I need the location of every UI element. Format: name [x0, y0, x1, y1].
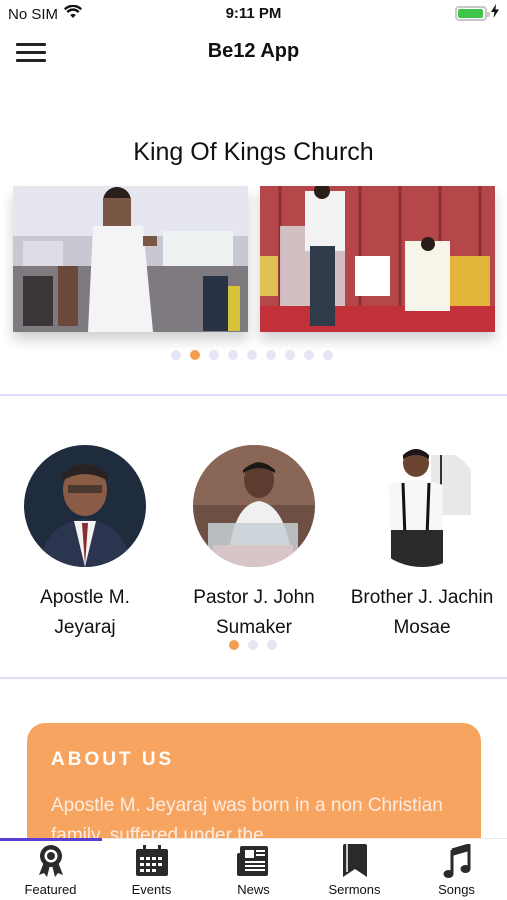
- page-dot[interactable]: [323, 350, 333, 360]
- leader-avatar: [193, 445, 315, 567]
- tab-label: Sermons: [328, 882, 381, 897]
- leader-name-line1: Apostle M.: [40, 587, 130, 608]
- active-tab-indicator: [0, 838, 102, 841]
- leaders-carousel[interactable]: Apostle M. Jeyaraj Pastor J. John Sumake…: [0, 445, 507, 645]
- app-title: Be12 App: [207, 40, 300, 62]
- battery-cap: [487, 11, 490, 17]
- leader-name: Brother J. Jachin Mosae: [337, 583, 507, 643]
- bookmark-icon: [304, 843, 405, 879]
- page-dot[interactable]: [267, 640, 277, 650]
- leader-card[interactable]: Brother J. Jachin Mosae: [337, 445, 507, 643]
- app-header: Be12 App: [0, 30, 507, 76]
- page-dot[interactable]: [247, 350, 257, 360]
- leader-name-line1: Brother J. Jachin: [350, 587, 494, 608]
- leader-card[interactable]: Apostle M. Jeyaraj: [0, 445, 170, 643]
- newspaper-icon: [203, 843, 304, 879]
- tab-label: Songs: [438, 882, 475, 897]
- leaders-page-indicator[interactable]: [229, 640, 277, 650]
- leader-card[interactable]: Pastor J. John Sumaker: [169, 445, 339, 643]
- leader-name-line2: Mosae: [393, 617, 451, 638]
- church-title: King Of Kings Church: [133, 138, 374, 166]
- tab-label: Events: [131, 882, 172, 897]
- battery-icon: [455, 5, 490, 21]
- tab-news[interactable]: News: [203, 843, 304, 897]
- page-dot[interactable]: [266, 350, 276, 360]
- page-dot-active[interactable]: [229, 640, 239, 650]
- about-us-title: ABOUT US: [51, 749, 175, 770]
- tab-featured[interactable]: Featured: [0, 843, 101, 897]
- bottom-tab-bar: Featured Events News Sermons Songs: [0, 838, 507, 900]
- music-note-icon: [406, 843, 507, 879]
- carousel-slide-stage[interactable]: [260, 186, 495, 332]
- leader-name: Pastor J. John Sumaker: [169, 583, 339, 643]
- page-dot[interactable]: [228, 350, 238, 360]
- status-right: [455, 4, 499, 22]
- section-divider: [0, 394, 507, 396]
- leader-name-line2: Jeyaraj: [54, 617, 116, 638]
- status-bar: No SIM 9:11 PM: [0, 0, 507, 28]
- tab-label: News: [237, 882, 270, 897]
- calendar-icon: [101, 843, 202, 879]
- award-ribbon-icon: [0, 843, 101, 879]
- tab-label: Featured: [24, 882, 77, 897]
- tab-songs[interactable]: Songs: [406, 843, 507, 897]
- page-dot[interactable]: [209, 350, 219, 360]
- section-divider: [0, 677, 507, 679]
- leader-name-line1: Pastor J. John: [193, 587, 315, 608]
- battery-fill: [458, 8, 483, 18]
- charging-bolt-icon: [491, 4, 499, 22]
- tab-events[interactable]: Events: [101, 843, 202, 897]
- leader-name: Apostle M. Jeyaraj: [0, 583, 170, 643]
- page-dot[interactable]: [304, 350, 314, 360]
- leader-name-line2: Sumaker: [215, 617, 293, 638]
- page-dot[interactable]: [285, 350, 295, 360]
- page-dot[interactable]: [171, 350, 181, 360]
- page-dot[interactable]: [248, 640, 258, 650]
- church-carousel[interactable]: [13, 186, 495, 332]
- tab-sermons[interactable]: Sermons: [304, 843, 405, 897]
- leader-avatar: [24, 445, 146, 567]
- carousel-slide-preaching[interactable]: [13, 186, 248, 332]
- status-time: 9:11 PM: [225, 5, 282, 22]
- page-dot-active[interactable]: [190, 350, 200, 360]
- carousel-page-indicator[interactable]: [171, 350, 333, 360]
- leader-avatar: [361, 445, 483, 567]
